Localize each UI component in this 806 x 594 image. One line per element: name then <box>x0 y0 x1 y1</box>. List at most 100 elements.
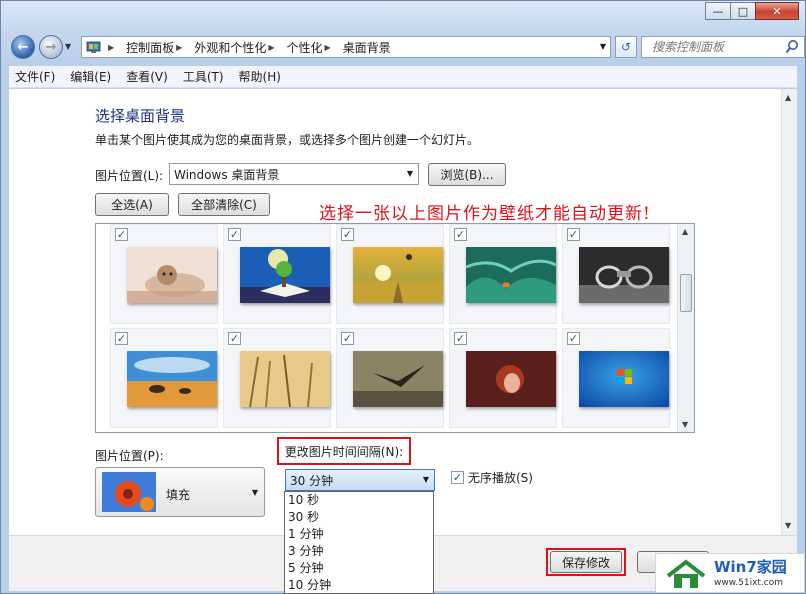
close-button[interactable]: ✕ <box>755 2 799 20</box>
interval-option[interactable]: 3 分钟 <box>285 543 433 560</box>
thumbnail-bird <box>353 351 443 407</box>
tile-beach-rocks[interactable]: ✓ <box>110 328 218 428</box>
location-value: Windows 桌面背景 <box>174 167 280 182</box>
tile-checkbox[interactable]: ✓ <box>115 332 128 345</box>
house-logo-icon <box>666 559 706 588</box>
thumbnail-sunset-field <box>353 247 443 303</box>
watermark-title: Win7家园 <box>714 558 787 576</box>
scroll-up-icon[interactable]: ▲ <box>682 227 688 236</box>
tile-checkbox[interactable]: ✓ <box>228 332 241 345</box>
control-panel-icon <box>86 41 102 54</box>
tile-checkbox[interactable]: ✓ <box>567 332 580 345</box>
address-bar[interactable]: ▶ 控制面板 ▶ 外观和个性化 ▶ 个性化 ▶ 桌面背景 ▼ <box>81 36 611 58</box>
save-button[interactable]: 保存修改 <box>550 551 622 573</box>
thumbnail-wheat <box>240 351 330 407</box>
tile-checkbox[interactable]: ✓ <box>567 228 580 241</box>
thumbnail-metal-car <box>579 247 669 303</box>
search-input[interactable] <box>652 40 784 54</box>
refresh-button[interactable]: ↺ <box>615 36 637 58</box>
thumbnail-book-tree <box>240 247 330 303</box>
thumbnail-windows-logo <box>579 351 669 407</box>
chevron-down-icon: ▼ <box>422 475 429 484</box>
menu-view[interactable]: 查看(V) <box>126 68 168 85</box>
menu-tools[interactable]: 工具(T) <box>183 68 224 85</box>
thumbnail-beach-rocks <box>127 351 217 407</box>
thumbnail-kitten <box>127 247 217 303</box>
tile-girl[interactable]: ✓ <box>449 328 557 428</box>
recent-pages-dropdown[interactable]: ▼ <box>65 42 71 51</box>
interval-option[interactable]: 30 秒 <box>285 509 433 526</box>
menu-edit[interactable]: 编辑(E) <box>70 68 111 85</box>
interval-value: 30 分钟 <box>290 473 334 488</box>
breadcrumb-appearance[interactable]: 外观和个性化 <box>194 39 266 56</box>
tile-checkbox[interactable]: ✓ <box>454 228 467 241</box>
location-combo[interactable]: Windows 桌面背景 ▼ <box>169 163 419 185</box>
location-label: 图片位置(L): <box>95 169 164 183</box>
annotation-text: 选择一张以上图片作为壁纸才能自动更新! <box>319 204 651 224</box>
refresh-icon: ↺ <box>620 40 632 54</box>
position-label: 图片位置(P): <box>95 449 164 463</box>
watermark-logo: Win7家园 www.51ixt.com <box>655 553 805 593</box>
interval-option[interactable]: 1 分钟 <box>285 526 433 543</box>
grid-scrollbar[interactable]: ▲ ▼ <box>677 224 694 432</box>
tile-bird[interactable]: ✓ <box>336 328 444 428</box>
tile-checkbox[interactable]: ✓ <box>228 228 241 241</box>
watermark-url: www.51ixt.com <box>714 578 784 588</box>
maximize-button[interactable]: □ <box>730 2 756 20</box>
menu-bar: 文件(F) 编辑(E) 查看(V) 工具(T) 帮助(H) <box>9 66 797 88</box>
forward-button[interactable]: → <box>39 35 63 59</box>
tile-metal-car[interactable]: ✓ <box>562 224 670 324</box>
tile-anemone-fish[interactable]: ✓ <box>449 224 557 324</box>
shuffle-label: 无序播放(S) <box>468 471 533 485</box>
tile-checkbox[interactable]: ✓ <box>341 228 354 241</box>
position-combo[interactable]: 填充 ▼ <box>95 467 265 517</box>
interval-option[interactable]: 5 分钟 <box>285 560 433 577</box>
shuffle-checkbox[interactable]: ✓ 无序播放(S) <box>451 469 533 486</box>
interval-label: 更改图片时间间隔(N): <box>284 444 404 459</box>
tile-checkbox[interactable]: ✓ <box>115 228 128 241</box>
breadcrumb-desktop-background[interactable]: 桌面背景 <box>343 39 391 56</box>
browse-button[interactable]: 浏览(B)... <box>428 163 506 186</box>
scroll-up-icon[interactable]: ▲ <box>785 93 791 102</box>
chevron-down-icon: ▼ <box>251 488 258 497</box>
breadcrumb-separator-icon: ▶ <box>108 42 115 52</box>
interval-combo[interactable]: 30 分钟 ▼ <box>285 469 435 491</box>
tile-book-tree[interactable]: ✓ <box>223 224 331 324</box>
page-scrollbar[interactable]: ▲ ▼ <box>781 89 797 535</box>
caption-buttons: — □ ✕ <box>705 2 799 20</box>
interval-option[interactable]: 10 分钟 <box>285 577 433 594</box>
minimize-button[interactable]: — <box>705 2 731 20</box>
thumbnail-anemone-fish <box>466 247 556 303</box>
scrollbar-thumb[interactable] <box>680 274 692 312</box>
menu-help[interactable]: 帮助(H) <box>239 68 281 85</box>
breadcrumb-control-panel[interactable]: 控制面板 <box>126 39 174 56</box>
interval-option[interactable]: 10 秒 <box>285 492 433 509</box>
back-button[interactable]: ← <box>11 35 35 59</box>
position-value: 填充 <box>166 488 191 502</box>
content-panel: 选择桌面背景 单击某个图片使其成为您的桌面背景，或选择多个图片创建一个幻灯片。 … <box>9 89 781 535</box>
scroll-down-icon[interactable]: ▼ <box>682 420 688 429</box>
page-description: 单击某个图片使其成为您的桌面背景，或选择多个图片创建一个幻灯片。 <box>95 133 480 147</box>
tile-kitten[interactable]: ✓ <box>110 224 218 324</box>
chevron-down-icon: ▼ <box>406 169 413 178</box>
navigation-bar: ← → ▼ ▶ 控制面板 ▶ 外观和个性化 ▶ 个性化 ▶ 桌面背景 ▼ ↺ <box>9 33 805 61</box>
menu-file[interactable]: 文件(F) <box>15 68 55 85</box>
search-box[interactable] <box>641 36 805 58</box>
tile-windows-logo[interactable]: ✓ <box>562 328 670 428</box>
breadcrumb-personalization[interactable]: 个性化 <box>287 39 323 56</box>
tile-checkbox[interactable]: ✓ <box>341 332 354 345</box>
page-title: 选择桌面背景 <box>95 107 186 125</box>
tile-wheat[interactable]: ✓ <box>223 328 331 428</box>
breadcrumb-separator-icon[interactable]: ▶ <box>176 43 182 52</box>
address-dropdown-icon[interactable]: ▼ <box>600 42 606 51</box>
clear-all-button[interactable]: 全部清除(C) <box>178 193 270 216</box>
tile-sunset-field[interactable]: ✓ <box>336 224 444 324</box>
tile-checkbox[interactable]: ✓ <box>454 332 467 345</box>
scroll-down-icon[interactable]: ▼ <box>785 521 791 530</box>
checkbox-icon[interactable]: ✓ <box>451 471 464 484</box>
interval-dropdown-list: 10 秒 30 秒 1 分钟 3 分钟 5 分钟 10 分钟 <box>284 491 434 594</box>
search-icon[interactable] <box>785 39 799 58</box>
breadcrumb-separator-icon[interactable]: ▶ <box>325 43 331 52</box>
select-all-button[interactable]: 全选(A) <box>95 193 169 216</box>
breadcrumb-separator-icon[interactable]: ▶ <box>268 43 274 52</box>
